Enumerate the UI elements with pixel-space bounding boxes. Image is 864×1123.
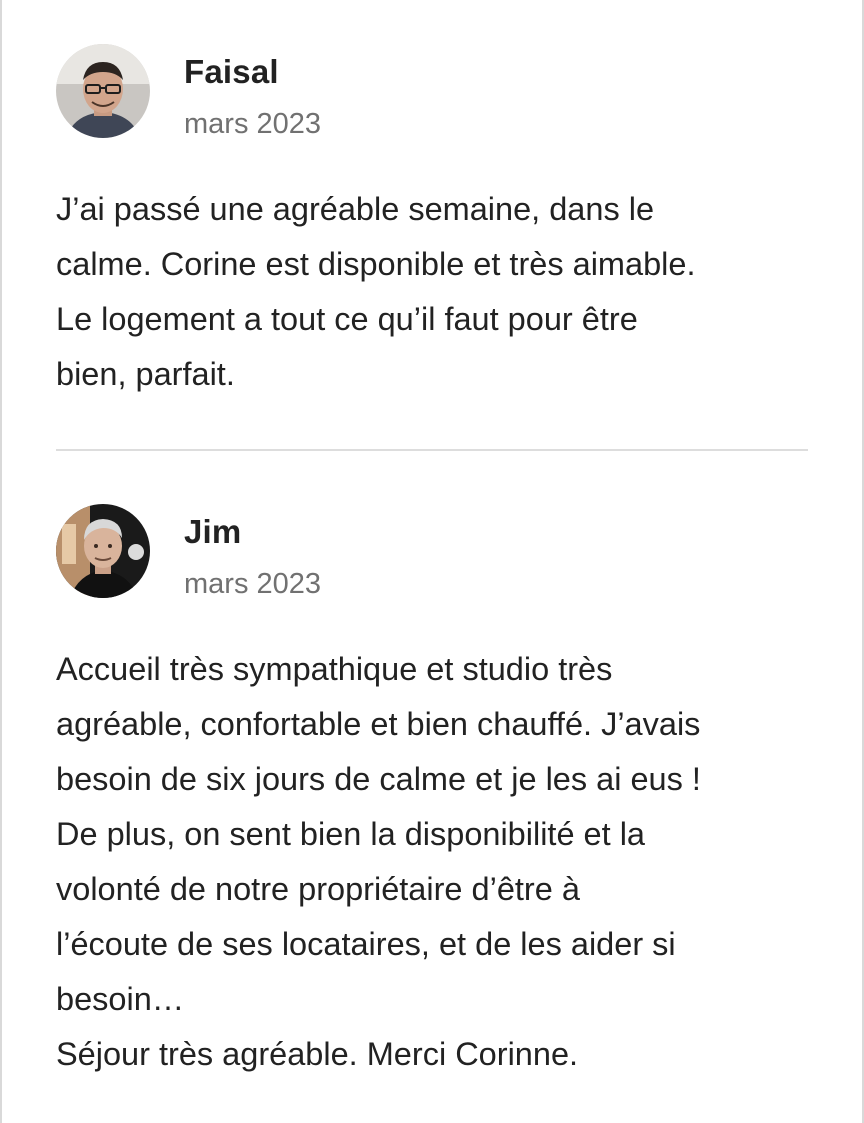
avatar[interactable] xyxy=(56,504,150,598)
review-card: Faisal mars 2023 J’ai passé une agréable… xyxy=(56,44,808,402)
review-header: Faisal mars 2023 xyxy=(56,44,808,140)
review-text-line: J’ai passé une agréable semaine, dans le xyxy=(56,191,655,227)
review-text-line: volonté de notre propriétaire d’être à xyxy=(56,871,580,907)
review-date: mars 2023 xyxy=(184,108,322,140)
review-text-line: De plus, on sent bien la disponibilité e… xyxy=(56,816,645,852)
review-text-line: Accueil très sympathique et studio très xyxy=(56,651,613,687)
review-meta: Faisal mars 2023 xyxy=(184,44,321,144)
review-text-line: besoin… xyxy=(56,981,185,1017)
review-text-line: l’écoute de ses locataires, et de les ai… xyxy=(56,926,676,962)
avatar[interactable] xyxy=(56,44,150,138)
review-date: mars 2023 xyxy=(184,568,322,600)
reviewer-name: Faisal xyxy=(184,53,279,90)
review-text-line: agréable, confortable et bien chauffé. J… xyxy=(56,706,701,742)
review-meta: Jim mars 2023 xyxy=(184,504,321,604)
review-text-line: calme. Corine est disponible et très aim… xyxy=(56,246,696,282)
review-header: Jim mars 2023 xyxy=(56,504,808,600)
review-text: Accueil très sympathique et studio très … xyxy=(56,642,808,1082)
review-text-line: Le logement a tout ce qu’il faut pour êt… xyxy=(56,301,638,337)
review-text-line: bien, parfait. xyxy=(56,356,235,392)
left-edge-border xyxy=(0,0,2,1123)
review-text-line: Séjour très agréable. Merci Corinne. xyxy=(56,1036,579,1072)
reviewer-name: Jim xyxy=(184,513,242,550)
review-divider xyxy=(56,449,808,451)
review-card: Jim mars 2023 Accueil très sympathique e… xyxy=(56,504,808,1082)
review-text-line: besoin de six jours de calme et je les a… xyxy=(56,761,701,797)
avatar-photo-icon xyxy=(56,504,150,598)
review-text: J’ai passé une agréable semaine, dans le… xyxy=(56,182,808,402)
avatar-photo-icon xyxy=(56,44,150,138)
